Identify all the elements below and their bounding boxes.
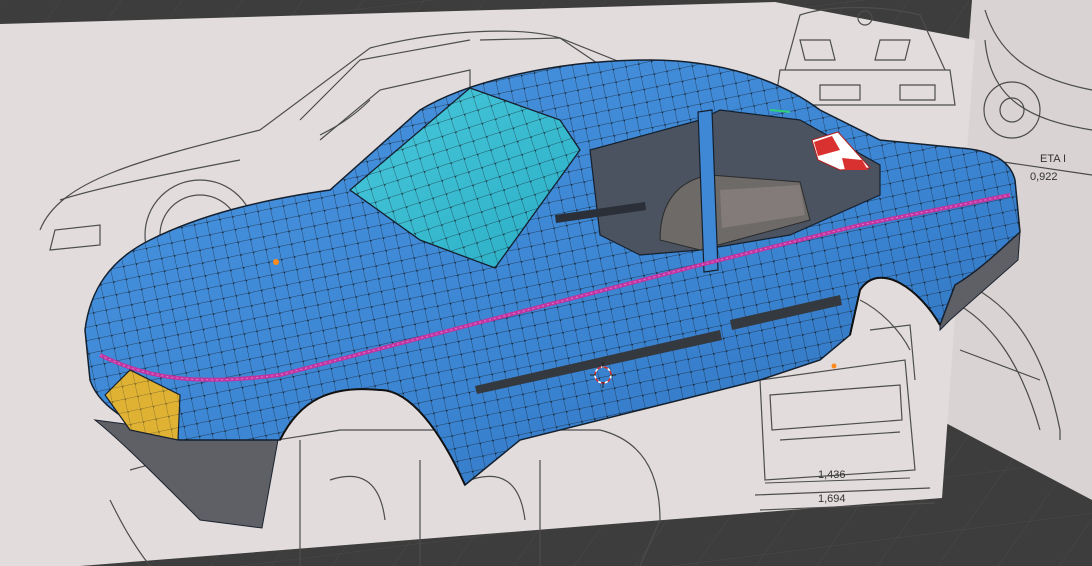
label-width-track: 1,436 [818, 469, 846, 481]
3d-viewport[interactable]: ETA I 0,922 1,436 1,694 [0, 0, 1092, 566]
object-origin-icon[interactable] [273, 259, 279, 265]
viewport-scene[interactable]: ETA I 0,922 1,436 1,694 [0, 0, 1092, 566]
active-vertex-icon[interactable] [831, 363, 837, 369]
label-model: ETA I [1040, 153, 1066, 165]
label-width-overall: 1,694 [818, 493, 846, 505]
label-width-upper: 0,922 [1030, 171, 1058, 183]
